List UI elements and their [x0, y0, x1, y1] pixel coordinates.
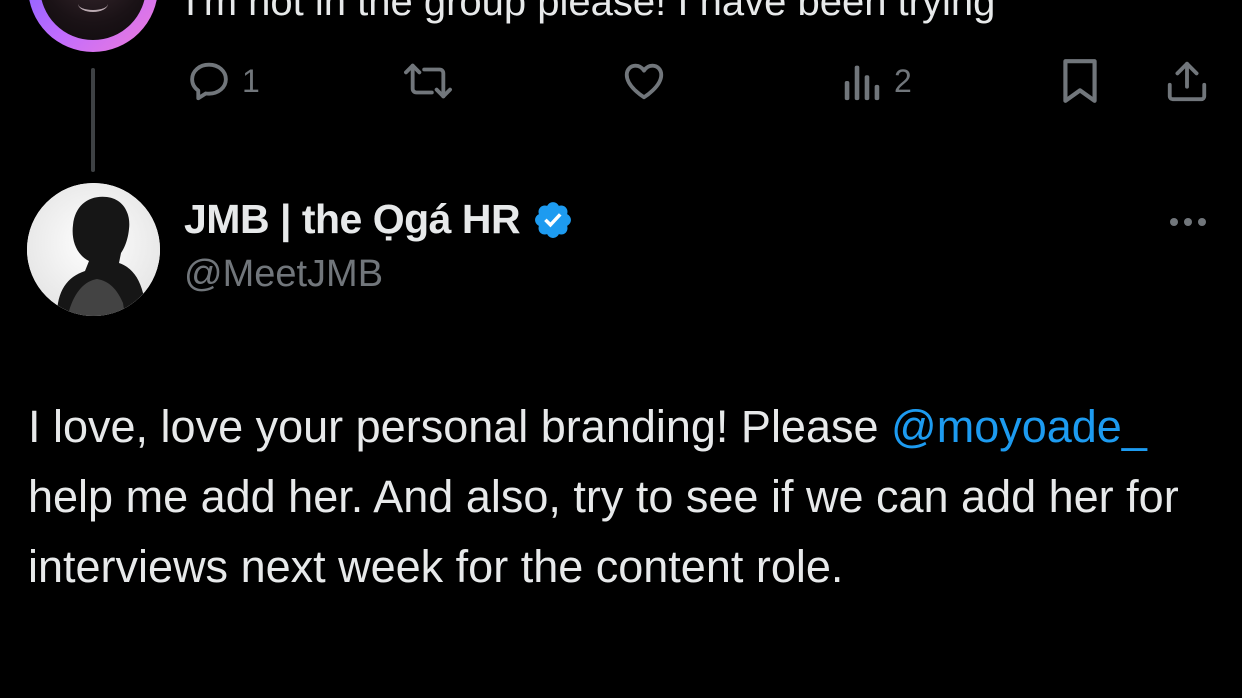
author-handle[interactable]: @MeetJMB: [184, 253, 383, 296]
views-button[interactable]: 2: [840, 56, 912, 106]
more-options-icon[interactable]: [1166, 204, 1210, 240]
thread-connector-line: [91, 68, 95, 172]
bookmark-button[interactable]: [1058, 56, 1102, 106]
heart-icon: [624, 63, 664, 100]
author-line: JMB | the Ọgá HR: [184, 196, 574, 243]
share-icon: [1167, 61, 1207, 102]
tweet-text: I love, love your personal branding! Ple…: [28, 392, 1218, 602]
share-button[interactable]: [1164, 56, 1210, 106]
views-icon: [844, 65, 880, 101]
author-display-name[interactable]: JMB | the Ọgá HR: [184, 196, 521, 243]
mention-link[interactable]: @moyoade_: [891, 401, 1147, 452]
reply-icon: [190, 62, 228, 101]
avatar-photo: [40, 0, 146, 40]
tweet-text-part: I love, love your personal branding! Ple…: [28, 401, 892, 452]
reply-count: 1: [242, 62, 260, 99]
previous-tweet-text: I'm not in the group please! I have been…: [185, 0, 996, 24]
retweet-button[interactable]: [400, 56, 456, 106]
previous-tweet-avatar[interactable]: [28, 0, 158, 52]
avatar-silhouette: [27, 183, 160, 316]
retweet-icon: [404, 63, 452, 99]
like-button[interactable]: [620, 56, 668, 106]
verified-badge-icon[interactable]: [532, 199, 574, 241]
tweet-text-part: help me add her. And also, try to see if…: [28, 471, 1179, 592]
reply-button[interactable]: 1: [186, 56, 260, 106]
bookmark-icon: [1063, 59, 1097, 103]
author-avatar[interactable]: [27, 183, 160, 316]
view-count: 2: [894, 62, 912, 99]
